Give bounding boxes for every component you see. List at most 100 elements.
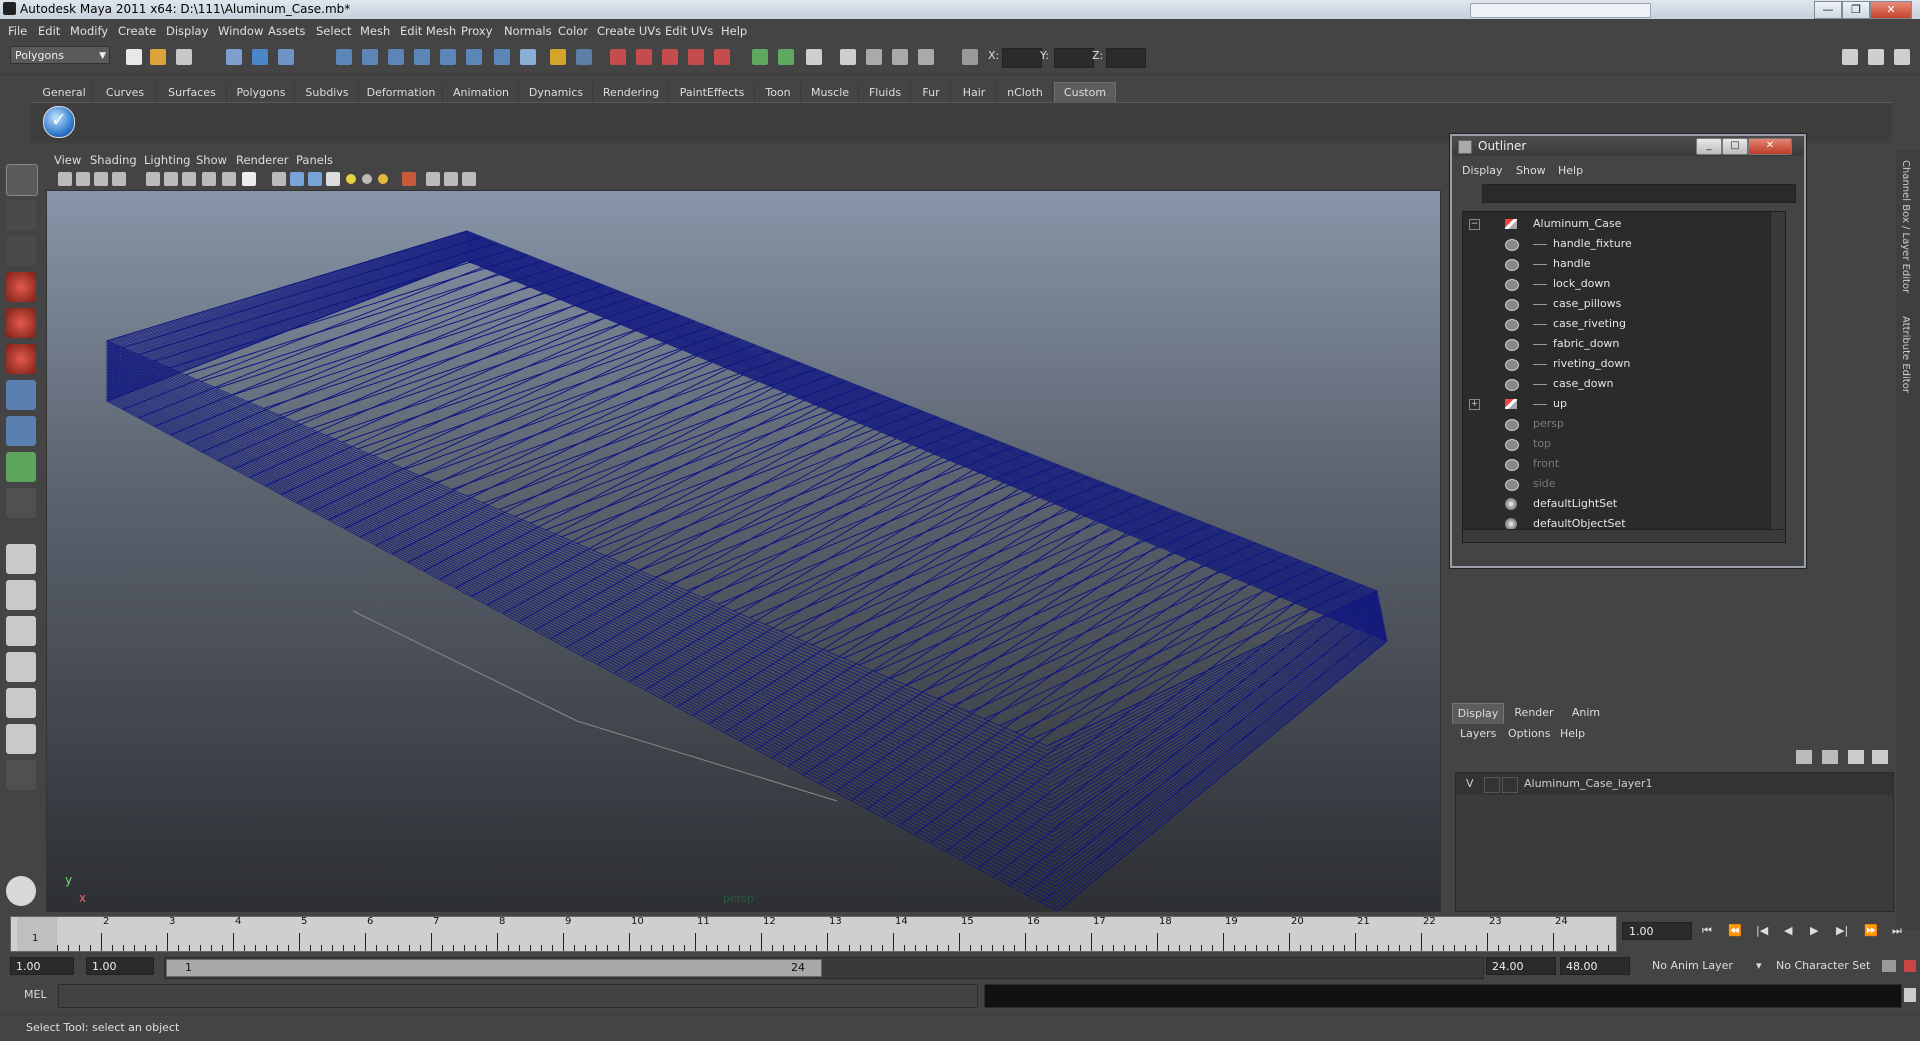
layer-move-down-icon[interactable] bbox=[1872, 750, 1888, 764]
time-slider[interactable]: 123456789101112131415161718192021222324 … bbox=[10, 916, 1617, 952]
outliner-menu-show[interactable]: Show bbox=[1516, 164, 1546, 177]
shelf-tab-painteffects[interactable]: PaintEffects bbox=[670, 83, 755, 102]
panel-menu-show[interactable]: Show bbox=[196, 153, 227, 167]
menu-modify[interactable]: Modify bbox=[70, 24, 108, 38]
menu-proxy[interactable]: Proxy bbox=[461, 24, 493, 38]
menu-select[interactable]: Select bbox=[316, 24, 351, 38]
outliner-close-button[interactable]: ✕ bbox=[1748, 138, 1792, 155]
save-scene-icon[interactable] bbox=[176, 49, 192, 65]
menu-file[interactable]: File bbox=[8, 24, 27, 38]
layer-menu-layers[interactable]: Layers bbox=[1460, 727, 1496, 740]
wireframe-on-shaded-icon[interactable] bbox=[308, 172, 322, 186]
play-backwards-icon[interactable]: ◀ bbox=[1784, 924, 1792, 937]
auto-key-icon[interactable] bbox=[1882, 960, 1896, 972]
outliner-menu-display[interactable]: Display bbox=[1462, 164, 1503, 177]
bookmark-icon[interactable] bbox=[94, 172, 108, 186]
menu-normals[interactable]: Normals bbox=[504, 24, 552, 38]
render-settings-icon[interactable] bbox=[662, 49, 678, 65]
paint-select-tool-icon[interactable] bbox=[6, 236, 36, 266]
outliner-minimize-button[interactable]: _ bbox=[1696, 138, 1722, 155]
script-editor-icon[interactable] bbox=[1904, 988, 1916, 1002]
range-slider-bar[interactable]: 1 24 bbox=[166, 959, 822, 977]
new-layer-icon[interactable] bbox=[1796, 750, 1812, 764]
show-tool-settings-icon[interactable] bbox=[1868, 49, 1884, 65]
command-line-input[interactable] bbox=[58, 984, 978, 1008]
snap-plane-icon[interactable] bbox=[414, 49, 430, 65]
snap-surface-icon[interactable] bbox=[440, 49, 456, 65]
layer-move-up-icon[interactable] bbox=[1848, 750, 1864, 764]
grid-toggle-icon[interactable] bbox=[146, 172, 160, 186]
menu-display[interactable]: Display bbox=[166, 24, 208, 38]
select-component-icon[interactable] bbox=[278, 49, 294, 65]
snap-curve-icon[interactable] bbox=[362, 49, 378, 65]
outliner-item[interactable]: handle_fixture bbox=[1463, 234, 1785, 254]
isolate-select-icon[interactable] bbox=[402, 172, 416, 186]
safe-title-icon[interactable] bbox=[242, 172, 256, 186]
menu-color[interactable]: Color bbox=[558, 24, 588, 38]
outliner-item[interactable]: handle bbox=[1463, 254, 1785, 274]
help-search-input[interactable] bbox=[1470, 3, 1651, 18]
hypershade-icon[interactable] bbox=[688, 49, 704, 65]
current-time-marker[interactable]: 1 bbox=[17, 917, 57, 951]
layer-menu-help[interactable]: Help bbox=[1560, 727, 1585, 740]
resolution-gate-icon[interactable] bbox=[182, 172, 196, 186]
shelf-tab-custom[interactable]: Custom bbox=[1054, 82, 1116, 103]
playback-end-field[interactable]: 24.00 bbox=[1486, 957, 1556, 975]
absolute-transform-icon[interactable] bbox=[918, 49, 934, 65]
render-view-icon[interactable] bbox=[714, 49, 730, 65]
animation-preferences-icon[interactable] bbox=[1904, 960, 1916, 972]
tool-settings-toggle-icon[interactable] bbox=[866, 49, 882, 65]
shelf-tab-fur[interactable]: Fur bbox=[912, 83, 951, 102]
input-output-icon[interactable] bbox=[576, 49, 592, 65]
outliner-item[interactable]: case_down bbox=[1463, 374, 1785, 394]
panel-menu-renderer[interactable]: Renderer bbox=[236, 153, 289, 167]
outliner-window[interactable]: Outliner _ □ ✕ Display Show Help − Alumin… bbox=[1450, 134, 1806, 568]
z-field[interactable] bbox=[1106, 48, 1146, 68]
shelf-tab-muscle[interactable]: Muscle bbox=[802, 83, 859, 102]
toggle-panel-icon[interactable] bbox=[752, 49, 768, 65]
field-chart-icon[interactable] bbox=[222, 172, 236, 186]
x-field[interactable] bbox=[1002, 48, 1042, 68]
outliner-item[interactable]: fabric_down bbox=[1463, 334, 1785, 354]
menu-create-uvs[interactable]: Create UVs bbox=[597, 24, 661, 38]
textured-icon[interactable] bbox=[326, 172, 340, 186]
outliner-item[interactable]: case_riveting bbox=[1463, 314, 1785, 334]
four-view-layout-icon[interactable] bbox=[6, 580, 36, 610]
xray-icon[interactable] bbox=[426, 172, 440, 186]
animation-end-field[interactable]: 48.00 bbox=[1560, 957, 1630, 975]
animation-start-field[interactable]: 1.00 bbox=[10, 957, 74, 975]
playback-start-field[interactable]: 1.00 bbox=[86, 957, 154, 975]
attribute-editor-toggle-icon[interactable] bbox=[840, 49, 856, 65]
shadows-icon[interactable] bbox=[378, 174, 388, 184]
menu-window[interactable]: Window bbox=[218, 24, 263, 38]
step-back-key-icon[interactable]: ⏪ bbox=[1728, 924, 1742, 937]
checkmark-shelf-icon[interactable] bbox=[43, 106, 75, 138]
shelf-tab-fluids[interactable]: Fluids bbox=[860, 83, 911, 102]
layer-playback-toggle[interactable] bbox=[1484, 777, 1500, 793]
camera-select-icon[interactable] bbox=[58, 172, 72, 186]
persp-graph-layout-icon[interactable] bbox=[6, 652, 36, 682]
current-frame-field[interactable]: 1.00 bbox=[1622, 922, 1692, 940]
outliner-maximize-button[interactable]: □ bbox=[1722, 138, 1748, 155]
shelf-tab-animation[interactable]: Animation bbox=[444, 83, 519, 102]
outliner-item[interactable]: top bbox=[1463, 434, 1785, 454]
scale-tool-icon[interactable] bbox=[6, 344, 36, 374]
shelf-tab-ncloth[interactable]: nCloth bbox=[998, 83, 1053, 102]
shelf-tab-rendering[interactable]: Rendering bbox=[594, 83, 669, 102]
outliner-titlebar[interactable]: Outliner _ □ ✕ bbox=[1452, 136, 1804, 156]
lasso-tool-icon[interactable] bbox=[6, 200, 36, 230]
lock-icon[interactable] bbox=[550, 49, 566, 65]
layer-tab-display[interactable]: Display bbox=[1452, 703, 1504, 724]
new-scene-icon[interactable] bbox=[126, 49, 142, 65]
outliner-menu-help[interactable]: Help bbox=[1558, 164, 1583, 177]
show-manipulator-icon[interactable] bbox=[6, 452, 36, 482]
minimize-button[interactable]: — bbox=[1814, 1, 1842, 19]
snap-point-icon[interactable] bbox=[388, 49, 404, 65]
outliner-item[interactable]: riveting_down bbox=[1463, 354, 1785, 374]
toggle-tool-icon[interactable] bbox=[778, 49, 794, 65]
step-forward-key-icon[interactable]: ⏩ bbox=[1864, 924, 1878, 937]
manipulator-tool-icon[interactable] bbox=[6, 380, 36, 410]
go-to-end-icon[interactable]: ⏭ bbox=[1892, 924, 1902, 938]
select-hierarchy-icon[interactable] bbox=[226, 49, 242, 65]
menu-assets[interactable]: Assets bbox=[268, 24, 305, 38]
